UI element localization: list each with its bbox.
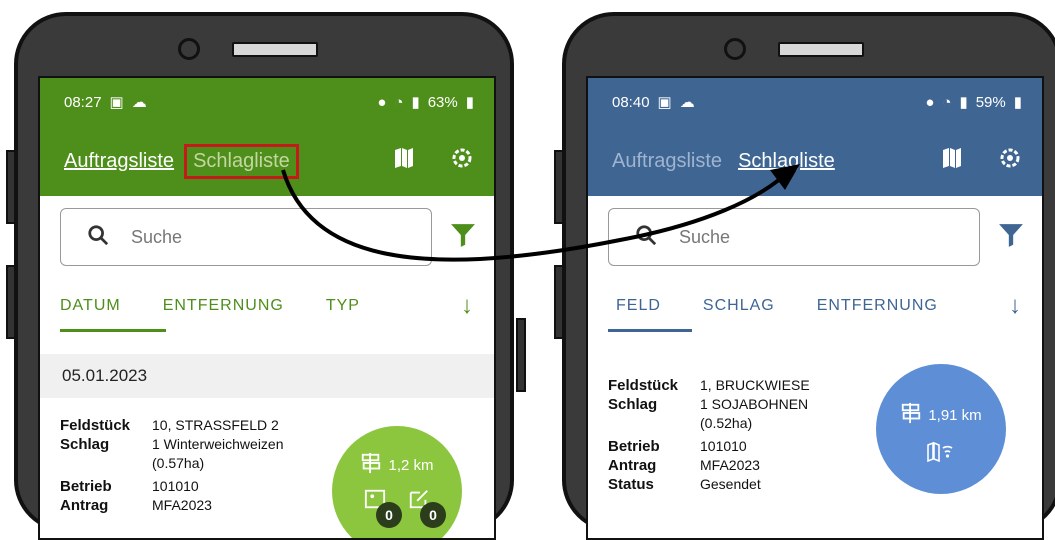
transition-arrow [281, 164, 800, 262]
arrow-head-icon [770, 164, 800, 190]
photo-count: 0 [376, 502, 402, 528]
note-count: 0 [420, 502, 446, 528]
